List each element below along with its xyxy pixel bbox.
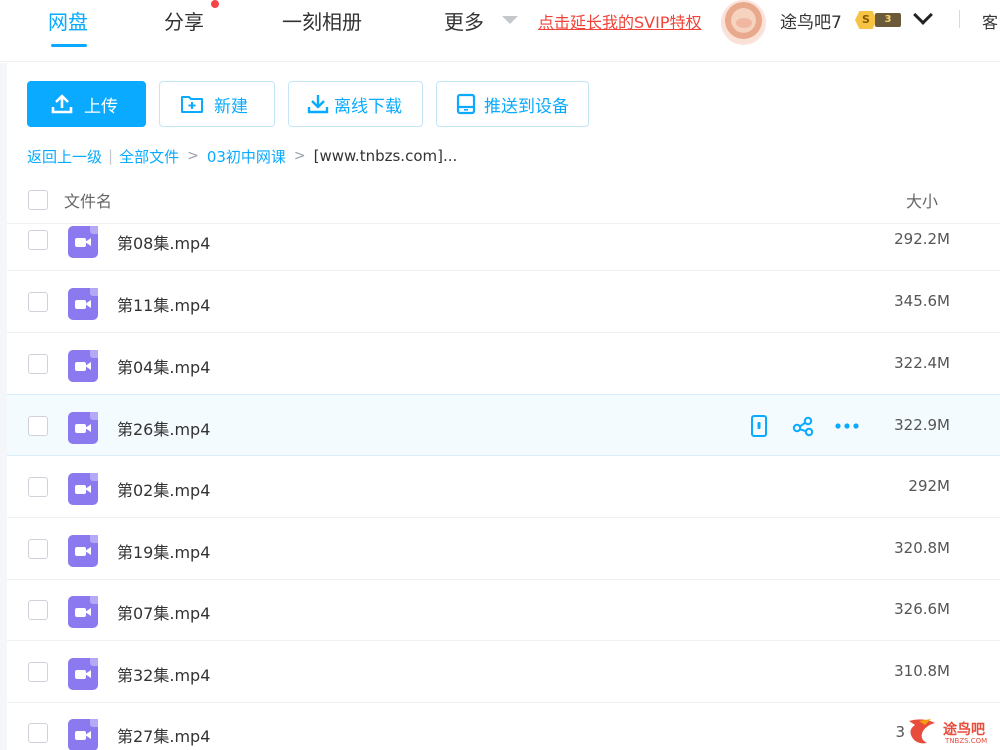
row-checkbox[interactable] — [28, 723, 48, 743]
site-watermark: 途鸟吧 TNBZS.COM — [905, 715, 997, 748]
vip-level-badge: S 3 — [855, 11, 901, 29]
file-row[interactable]: 第02集.mp4 292M — [7, 456, 1000, 518]
new-folder-icon — [180, 92, 204, 116]
file-size: 322.4M — [894, 354, 950, 372]
chevron-right-icon: > — [187, 148, 199, 164]
file-name[interactable]: 第08集.mp4 — [117, 230, 210, 254]
file-size: 292.2M — [894, 230, 950, 248]
file-name[interactable]: 第19集.mp4 — [117, 539, 210, 563]
breadcrumb-all-files[interactable]: 全部文件 — [119, 146, 179, 167]
watermark-text: 途鸟吧 — [943, 722, 985, 738]
breadcrumb-divider: | — [108, 147, 114, 165]
watermark-logo-icon — [909, 719, 935, 744]
breadcrumb-current: [www.tnbzs.com]... — [313, 147, 458, 165]
tab-album[interactable]: 一刻相册 — [282, 6, 362, 35]
file-name[interactable]: 第07集.mp4 — [117, 600, 210, 624]
tab-share[interactable]: 分享 — [164, 6, 204, 35]
breadcrumb: 返回上一级 | 全部文件 > 03初中网课 > [www.tnbzs.com].… — [27, 146, 457, 166]
download-icon — [306, 92, 330, 116]
new-folder-button[interactable]: 新建 — [159, 81, 275, 127]
row-checkbox[interactable] — [28, 662, 48, 682]
file-name[interactable]: 第27集.mp4 — [117, 723, 210, 747]
chevron-down-icon[interactable] — [913, 5, 933, 25]
row-checkbox[interactable] — [28, 292, 48, 312]
video-file-icon — [68, 535, 98, 567]
file-size: 345.6M — [894, 292, 950, 310]
file-name[interactable]: 第04集.mp4 — [117, 354, 210, 378]
row-checkbox[interactable] — [28, 416, 48, 436]
tab-more[interactable]: 更多 — [444, 6, 484, 35]
file-size: 320.8M — [894, 539, 950, 557]
breadcrumb-back[interactable]: 返回上一级 — [27, 146, 102, 167]
svip-badge-icon: S — [855, 11, 877, 29]
upload-icon — [50, 92, 74, 116]
active-tab-indicator — [51, 44, 87, 47]
video-file-icon — [68, 719, 98, 750]
file-row[interactable]: 第32集.mp4 310.8M — [7, 641, 1000, 703]
video-file-icon — [68, 226, 98, 258]
client-download-link[interactable]: 客 — [982, 9, 998, 33]
file-size: 310.8M — [894, 662, 950, 680]
video-file-icon — [68, 596, 98, 628]
video-file-icon — [68, 658, 98, 690]
offline-download-label: 离线下载 — [334, 96, 402, 117]
file-row[interactable]: 第04集.mp4 322.4M — [7, 333, 1000, 395]
video-file-icon — [68, 288, 98, 320]
row-checkbox[interactable] — [28, 539, 48, 559]
watermark-subtext: TNBZS.COM — [945, 737, 988, 745]
row-checkbox[interactable] — [28, 600, 48, 620]
left-sidebar-edge — [0, 63, 7, 750]
file-name[interactable]: 第02集.mp4 — [117, 477, 210, 501]
row-actions — [746, 412, 860, 440]
file-row[interactable]: 第08集.mp4 292.2M — [7, 209, 1000, 271]
file-size: 322.9M — [894, 416, 950, 434]
username[interactable]: 途鸟吧7 — [780, 8, 842, 33]
file-row[interactable]: 第27集.mp4 3 — [7, 702, 1000, 750]
row-checkbox[interactable] — [28, 230, 48, 250]
video-file-icon — [68, 473, 98, 505]
select-all-checkbox[interactable] — [28, 190, 48, 210]
offline-download-button[interactable]: 离线下载 — [288, 81, 423, 127]
nav-divider — [959, 10, 960, 28]
file-row[interactable]: 第07集.mp4 326.6M — [7, 579, 1000, 641]
breadcrumb-folder[interactable]: 03初中网课 — [207, 146, 286, 167]
tab-netdisk[interactable]: 网盘 — [48, 6, 88, 35]
video-file-icon — [68, 412, 98, 444]
more-options-icon[interactable] — [834, 413, 860, 439]
upload-label: 上传 — [84, 96, 118, 117]
upload-button[interactable]: 上传 — [27, 81, 146, 127]
chevron-right-icon: > — [293, 148, 306, 164]
device-icon — [454, 92, 478, 116]
vip-level-number: 3 — [875, 13, 901, 27]
caret-down-icon[interactable] — [502, 16, 518, 24]
file-name[interactable]: 第26集.mp4 — [117, 416, 210, 440]
file-row[interactable]: 第19集.mp4 320.8M — [7, 518, 1000, 580]
file-row[interactable]: 第11集.mp4 345.6M — [7, 271, 1000, 333]
svip-renew-link[interactable]: 点击延长我的SVIP特权 — [538, 9, 701, 33]
file-name[interactable]: 第32集.mp4 — [117, 662, 210, 686]
top-navigation: 网盘 分享 一刻相册 更多 点击延长我的SVIP特权 途鸟吧7 S 3 客 — [0, 0, 1000, 62]
file-row-hovered[interactable]: 第26集.mp4 322.9M — [7, 394, 1000, 456]
row-checkbox[interactable] — [28, 354, 48, 374]
push-to-device-label: 推送到设备 — [484, 96, 569, 117]
file-size: 326.6M — [894, 600, 950, 618]
push-device-icon[interactable] — [746, 413, 772, 439]
file-name[interactable]: 第11集.mp4 — [117, 292, 210, 316]
file-size: 292M — [908, 477, 950, 495]
notification-dot — [211, 0, 219, 8]
push-to-device-button[interactable]: 推送到设备 — [436, 81, 589, 127]
row-checkbox[interactable] — [28, 477, 48, 497]
avatar[interactable] — [721, 0, 766, 45]
share-icon[interactable] — [790, 413, 816, 439]
new-folder-label: 新建 — [214, 96, 248, 117]
file-size: 3 — [895, 723, 905, 741]
video-file-icon — [68, 350, 98, 382]
